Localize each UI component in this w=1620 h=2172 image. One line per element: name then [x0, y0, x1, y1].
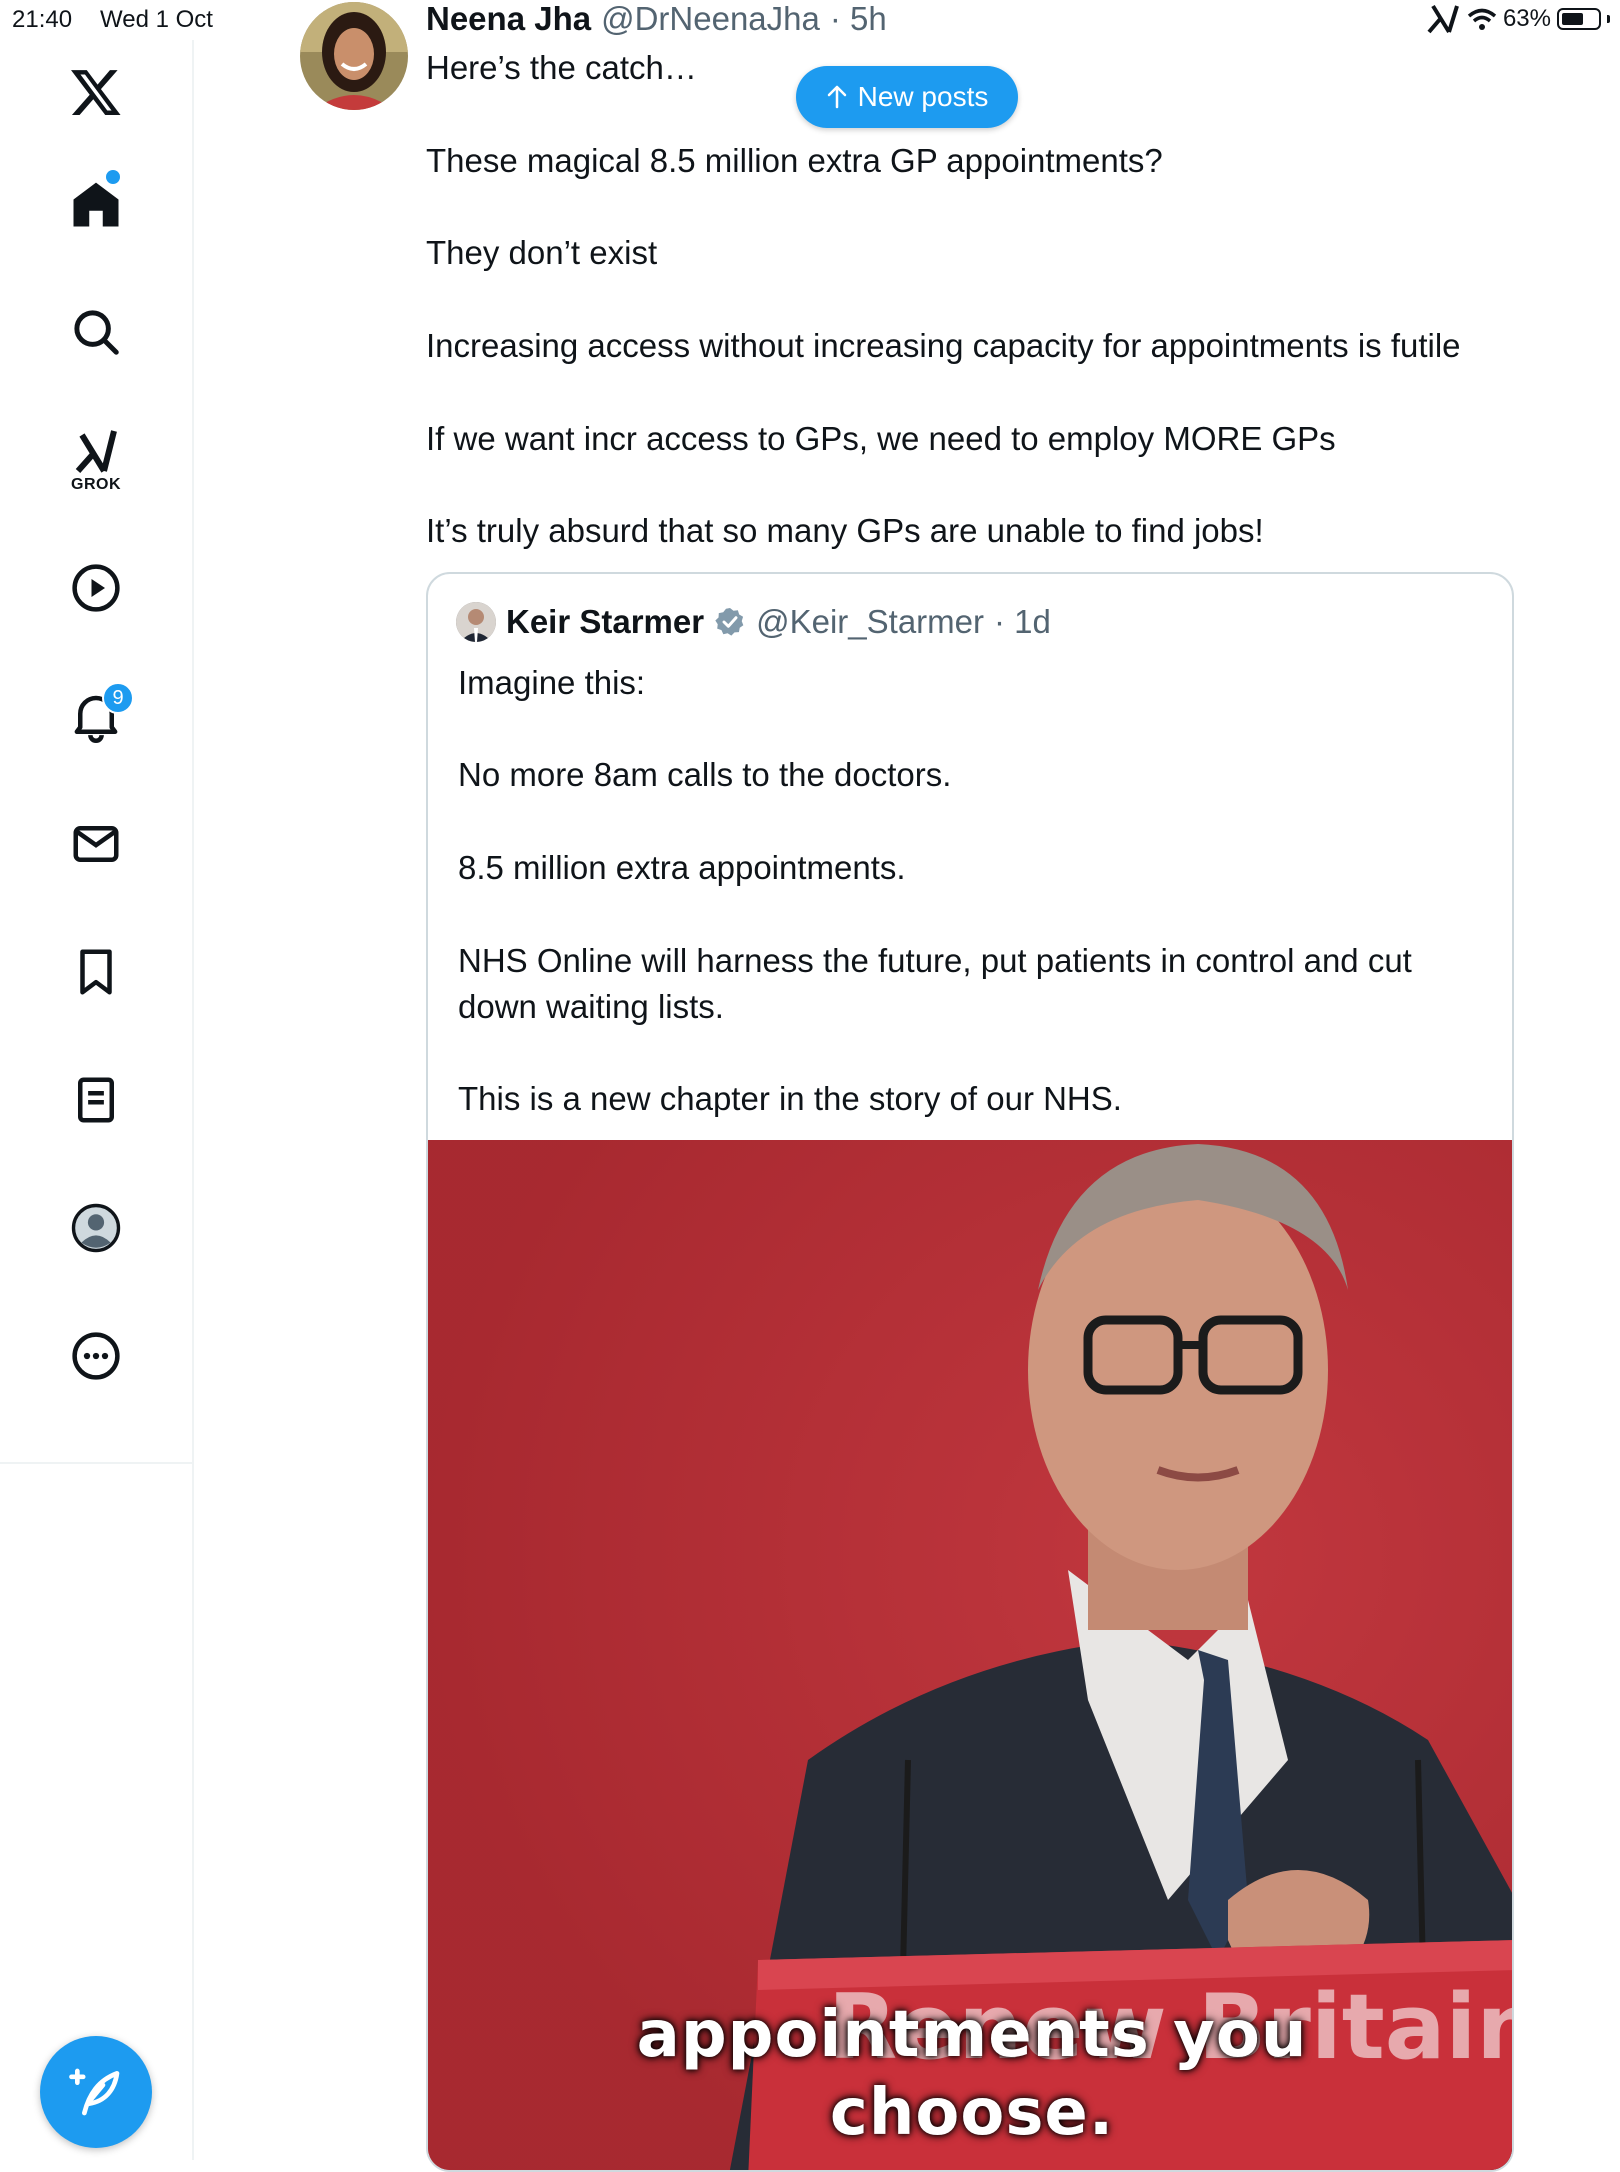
sidebar-item-videos[interactable]	[56, 548, 136, 628]
sidebar-item-bookmarks[interactable]	[56, 932, 136, 1012]
grok-status-icon	[1427, 4, 1459, 34]
battery-icon	[1557, 8, 1601, 30]
quote-paragraph: NHS Online will harness the future, put …	[458, 942, 1412, 1025]
wifi-icon	[1467, 8, 1497, 30]
post-paragraph: These magical 8.5 million extra GP appoi…	[426, 142, 1163, 179]
battery-nub	[1607, 15, 1610, 23]
post-header: Neena Jha @DrNeenaJha · 5h	[426, 0, 887, 38]
quote-paragraph: 8.5 million extra appointments.	[458, 849, 906, 886]
post-paragraph: It’s truly absurd that so many GPs are u…	[426, 512, 1264, 549]
quote-author-name[interactable]: Keir Starmer	[506, 603, 704, 641]
post-time-value: 5h	[850, 0, 887, 37]
status-date: Wed 1 Oct	[100, 6, 213, 33]
quote-author-handle[interactable]: @Keir_Starmer	[756, 603, 984, 641]
quote-paragraph: Imagine this:	[458, 664, 646, 701]
profile-avatar-icon	[71, 1203, 121, 1253]
author-name[interactable]: Neena Jha	[426, 0, 591, 38]
more-icon	[72, 1332, 120, 1380]
quote-media-video[interactable]: Renew Britain appointments you choose.	[428, 1140, 1512, 2170]
sidebar-item-grok[interactable]: GROK	[56, 420, 136, 500]
post-paragraph: Here’s the catch…	[426, 49, 697, 86]
author-handle[interactable]: @DrNeenaJha	[601, 0, 820, 38]
post-paragraph: They don’t exist	[426, 234, 658, 271]
list-icon	[78, 1077, 114, 1123]
notification-badge: 9	[102, 682, 134, 714]
video-caption-line: choose.	[829, 2076, 1115, 2150]
verified-badge-icon	[715, 608, 744, 636]
quote-author-avatar-photo	[456, 602, 496, 642]
quote-time-value: 1d	[1014, 603, 1051, 640]
compose-feather-icon	[69, 2068, 120, 2116]
home-unread-dot	[106, 170, 120, 184]
battery-fill	[1562, 13, 1583, 25]
sidebar-item-home[interactable]	[56, 164, 136, 244]
x-logo-icon-glyph	[71, 70, 121, 115]
sidebar-item-profile[interactable]	[56, 1188, 136, 1268]
quote-author-avatar[interactable]	[456, 602, 496, 642]
status-time: 21:40	[12, 6, 73, 33]
quoted-post[interactable]: Keir Starmer @Keir_Starmer · 1d Imagine …	[426, 572, 1514, 2172]
quote-paragraph: This is a new chapter in the story of ou…	[458, 1080, 1122, 1117]
bookmark-icon	[80, 949, 112, 995]
author-avatar[interactable]	[300, 2, 408, 110]
post-paragraph: Increasing access without increasing cap…	[426, 327, 1461, 364]
quote-header: Keir Starmer @Keir_Starmer · 1d	[456, 602, 1051, 642]
quote-paragraph: No more 8am calls to the doctors.	[458, 756, 952, 793]
battery-percentage: 63%	[1502, 5, 1551, 32]
sidebar-item-notifications[interactable]: 9	[56, 676, 136, 756]
author-avatar-photo	[300, 2, 408, 110]
sidebar: GROK 9	[0, 40, 194, 2160]
play-icon	[72, 564, 120, 612]
sidebar-divider	[0, 1462, 192, 1464]
sidebar-item-messages[interactable]	[56, 804, 136, 884]
status-indicators: 63%	[1427, 4, 1610, 34]
post-paragraph: If we want incr access to GPs, we need t…	[426, 420, 1336, 457]
video-caption-line: appointments you	[636, 1998, 1308, 2072]
grok-label: GROK	[71, 476, 121, 493]
sidebar-item-explore[interactable]	[56, 292, 136, 372]
home-icon	[73, 182, 119, 227]
post-time[interactable]: · 5h	[830, 0, 887, 38]
grok-icon	[75, 430, 117, 473]
x-logo-icon[interactable]	[56, 52, 136, 132]
quote-time: · 1d	[994, 603, 1051, 640]
sidebar-item-more[interactable]	[56, 1316, 136, 1396]
envelope-icon	[73, 826, 119, 862]
search-icon	[74, 310, 119, 355]
sidebar-item-lists[interactable]	[56, 1060, 136, 1140]
compose-button[interactable]	[40, 2036, 152, 2148]
